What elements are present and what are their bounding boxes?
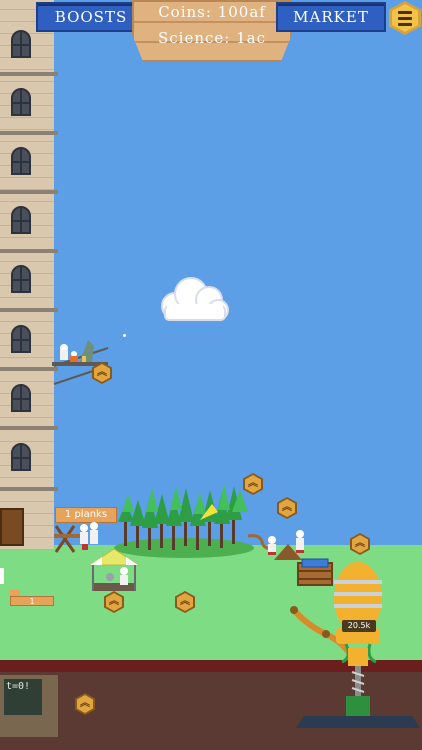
tower-ledge [0,367,58,371]
coins-readout: Coins: 100af [132,3,292,21]
coins-value: 100af [217,3,266,21]
tower-window [11,147,31,175]
market-stall[interactable] [86,547,142,595]
carpenter-workers[interactable] [264,526,312,560]
tower-window [11,325,31,353]
cloud-icon [161,277,229,321]
tower-ledge [0,249,58,253]
plank-seam [134,21,290,23]
balloon-machine[interactable] [286,558,422,738]
tower-ledge [0,131,58,135]
small-dot [123,334,126,337]
tower-ledge [0,190,58,194]
tower-window [11,443,31,471]
tower-window [11,206,31,234]
tower-door [0,508,24,546]
science-blackboard[interactable]: t=0! [0,675,58,737]
tower-window [11,88,31,116]
science-value: 1ac [236,29,266,47]
boosts-button-label: BOOSTS [54,8,128,26]
tower-window [11,30,31,58]
balloon-value-label: 20.5k [342,620,376,632]
coins-label: Coins: [158,3,212,21]
storage-box[interactable]: 1 [10,590,54,606]
tower-ledge [0,487,58,491]
menu-icon [392,4,418,32]
science-label: Science: [157,29,231,47]
storage-count: 1 [10,596,54,606]
tower-window [11,384,31,412]
edge-figure [0,568,4,584]
library-tower[interactable] [0,0,58,550]
tower-ledge [0,426,58,430]
market-button-label: MARKET [293,8,369,26]
science-readout: Science: 1ac [132,29,292,47]
tower-ledge [0,308,58,312]
tower-ledge [0,72,58,76]
blackboard-text: t=0! [4,679,42,715]
boosts-button[interactable]: BOOSTS [36,2,146,32]
tower-window [11,265,31,293]
market-button[interactable]: MARKET [276,2,386,32]
